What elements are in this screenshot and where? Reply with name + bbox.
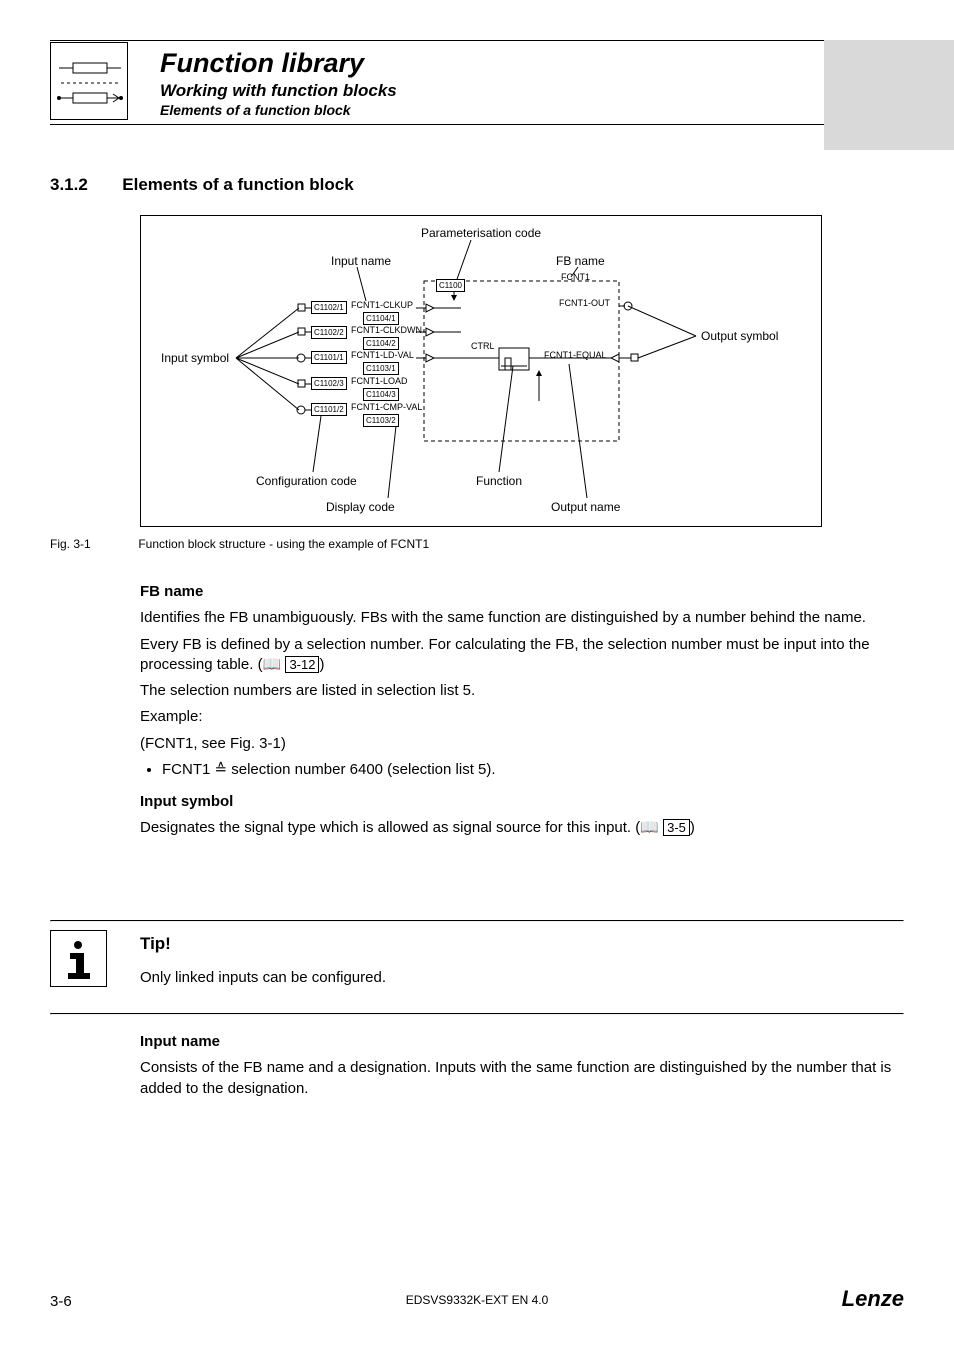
function-block-schematic-icon — [50, 42, 128, 120]
figure-number: Fig. 3-1 — [50, 537, 135, 551]
cfg-4: C1101/2 — [311, 403, 347, 416]
p-fb-name-2: Every FB is defined by a selection numbe… — [140, 635, 904, 676]
book-icon: 📖 — [640, 819, 659, 836]
book-icon: 📖 — [263, 656, 282, 673]
cfg-0: C1102/1 — [311, 301, 347, 314]
after-tip-content: Input name Consists of the FB name and a… — [140, 1020, 904, 1105]
bullet-selection-number: FCNT1 ≙ selection number 6400 (selection… — [162, 760, 904, 780]
p-fb-name-1: Identifies fhe FB unambiguously. FBs wit… — [140, 608, 904, 628]
p-input-symbol-a: Designates the signal type which is allo… — [140, 819, 640, 836]
param-code-box: C1100 — [436, 279, 465, 292]
disp-1: C1104/2 — [363, 337, 399, 350]
cfg-3: C1102/3 — [311, 377, 347, 390]
document-id: EDSVS9332K-EXT EN 4.0 — [50, 1293, 904, 1307]
p-input-symbol: Designates the signal type which is allo… — [140, 818, 904, 838]
xref-3-12[interactable]: 3-12 — [285, 656, 319, 673]
out-fcnt1-equal: FCNT1-EQUAL — [544, 350, 607, 360]
page-subtitle: Working with function blocks — [160, 81, 397, 101]
cfg-2: C1101/1 — [311, 351, 347, 364]
p-example-line: (FCNT1, see Fig. 3-1) — [140, 734, 904, 754]
disp-3: C1104/3 — [363, 388, 399, 401]
p-fb-name-3: The selection numbers are listed in sele… — [140, 681, 904, 701]
header-grey-band — [824, 40, 954, 150]
in-2: FCNT1-LD-VAL — [351, 350, 414, 360]
h-input-symbol: Input symbol — [140, 792, 904, 812]
p-fb-name-2a: Every FB is defined by a selection numbe… — [140, 636, 870, 673]
page-footer: 3-6 EDSVS9332K-EXT EN 4.0 Lenze — [50, 1293, 904, 1310]
ctrl-label: CTRL — [471, 341, 495, 351]
in-1: FCNT1-CLKDWN — [351, 325, 422, 335]
info-icon — [50, 930, 107, 987]
body-content: FB name Identifies fhe FB unambiguously.… — [140, 570, 904, 845]
disp-0: C1104/1 — [363, 312, 399, 325]
cfg-1: C1102/2 — [311, 326, 347, 339]
tip-heading: Tip! — [140, 934, 904, 954]
in-3: FCNT1-LOAD — [351, 376, 408, 386]
section-title: Elements of a function block — [122, 175, 353, 194]
figure-caption: Function block structure - using the exa… — [138, 537, 429, 551]
brand-logo: Lenze — [842, 1286, 904, 1312]
figure-caption-row: Fig. 3-1 Function block structure - usin… — [50, 537, 429, 551]
tip-block: Tip! Only linked inputs can be configure… — [50, 920, 904, 1015]
p-input-symbol-b: ) — [690, 819, 695, 836]
page-subsubtitle: Elements of a function block — [160, 102, 397, 118]
page-title: Function library — [160, 48, 397, 79]
tip-text: Only linked inputs can be configured. — [140, 969, 904, 986]
in-0: FCNT1-CLKUP — [351, 300, 413, 310]
disp-4: C1103/2 — [363, 414, 399, 427]
tip-rule-bottom — [50, 1013, 904, 1015]
xref-3-5[interactable]: 3-5 — [663, 819, 690, 836]
out-fcnt1-out: FCNT1-OUT — [559, 298, 610, 308]
fb-structure-diagram: Parameterisation code Input name FB name… — [140, 215, 822, 527]
p-fb-name-2b: ) — [319, 656, 324, 673]
section-heading: 3.1.2 Elements of a function block — [50, 175, 904, 195]
in-4: FCNT1-CMP-VAL — [351, 402, 422, 412]
p-example-label: Example: — [140, 707, 904, 727]
fb-title-text: FCNT1 — [561, 272, 590, 282]
disp-2: C1103/1 — [363, 362, 399, 375]
h-fb-name: FB name — [140, 582, 904, 602]
h-input-name: Input name — [140, 1032, 904, 1052]
section-number: 3.1.2 — [50, 175, 88, 194]
p-input-name: Consists of the FB name and a designatio… — [140, 1058, 904, 1099]
